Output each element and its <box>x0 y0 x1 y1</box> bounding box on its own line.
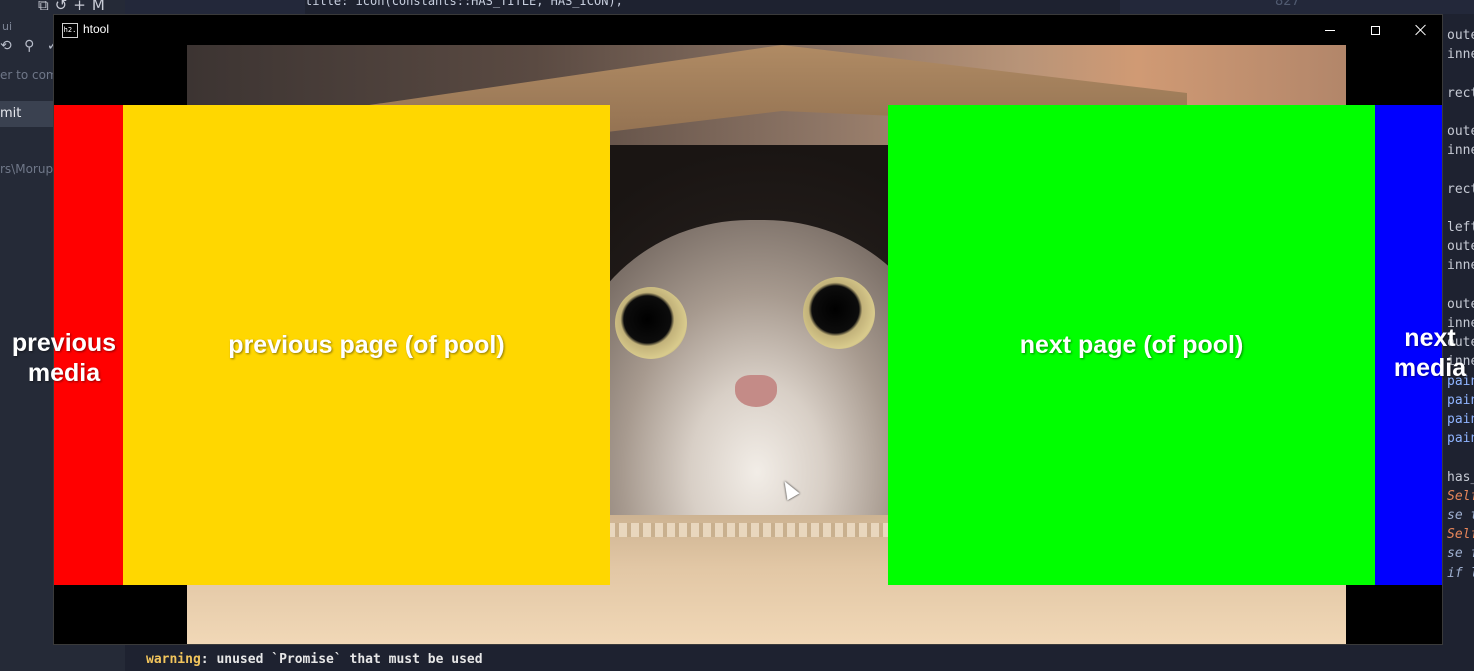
line-number: 827 <box>1275 0 1300 9</box>
terminal-warning-message: : unused `Promise` that must be used <box>200 652 483 667</box>
code-line: se f <box>1447 546 1474 562</box>
repo-label: ui <box>2 20 13 33</box>
cat-right-eye <box>803 277 875 349</box>
code-line: paint <box>1447 392 1474 408</box>
next-media-label: next media <box>1393 324 1467 382</box>
code-line: left <box>1447 220 1474 235</box>
terminal-output: warning: unused `Promise` that must be u… <box>146 652 483 667</box>
code-line: inne <box>1447 258 1474 274</box>
window-titlebar[interactable]: h2. htool <box>54 15 1442 45</box>
file-path-label: rs\Moruph <box>0 162 61 176</box>
code-line: if l <box>1447 565 1474 581</box>
ide-toolbar-icons[interactable]: ⧉↺+M <box>38 0 111 14</box>
editor-minimap: 827 <box>1120 0 1474 14</box>
terminal-warning-label: warning <box>146 652 201 667</box>
code-line: oute <box>1447 296 1474 312</box>
next-page-zone[interactable]: next page (of pool) <box>888 105 1375 585</box>
maximize-icon <box>1370 25 1380 35</box>
cat-nose <box>735 375 777 407</box>
next-page-label: next page (of pool) <box>1019 330 1244 359</box>
minimize-icon <box>1325 29 1335 31</box>
editor-code-line: title: icon(constants::HAS_TITLE, HAS_IC… <box>305 0 623 8</box>
editor-code-panel: oute inne rect oute inne rect left oute inne oute… <box>1443 14 1474 600</box>
minimize-button[interactable] <box>1307 15 1353 45</box>
code-line: rect <box>1447 85 1474 101</box>
code-line: paint <box>1447 431 1474 447</box>
maximize-button[interactable] <box>1352 15 1398 45</box>
commit-button[interactable]: mit <box>0 101 55 127</box>
box-torn-edge <box>607 523 927 537</box>
editor-gutter <box>125 0 305 14</box>
code-line: oute <box>1447 124 1474 139</box>
code-line: oute <box>1447 28 1474 43</box>
code-line: Self <box>1447 488 1474 504</box>
previous-media-label: previous media <box>11 329 117 387</box>
code-line: inne <box>1447 143 1474 159</box>
previous-page-zone[interactable]: previous page (of pool) <box>123 105 610 585</box>
app-icon: h2. <box>62 23 78 38</box>
code-line: inne <box>1447 47 1474 63</box>
close-button[interactable] <box>1398 15 1442 45</box>
commit-message-input[interactable]: er to com <box>0 64 60 86</box>
code-line: oute <box>1447 239 1474 255</box>
close-icon <box>1415 24 1427 36</box>
code-line: rect <box>1447 181 1474 197</box>
code-line: paint <box>1447 412 1474 427</box>
code-line: se t <box>1447 508 1474 523</box>
window-title: htool <box>83 22 110 36</box>
previous-page-label: previous page (of pool) <box>228 330 505 359</box>
code-line: has_r <box>1447 469 1474 485</box>
cat-left-eye <box>615 287 687 359</box>
htool-window: h2. htool previous page (of pool) next p… <box>53 14 1443 645</box>
code-line: Self <box>1447 527 1474 543</box>
